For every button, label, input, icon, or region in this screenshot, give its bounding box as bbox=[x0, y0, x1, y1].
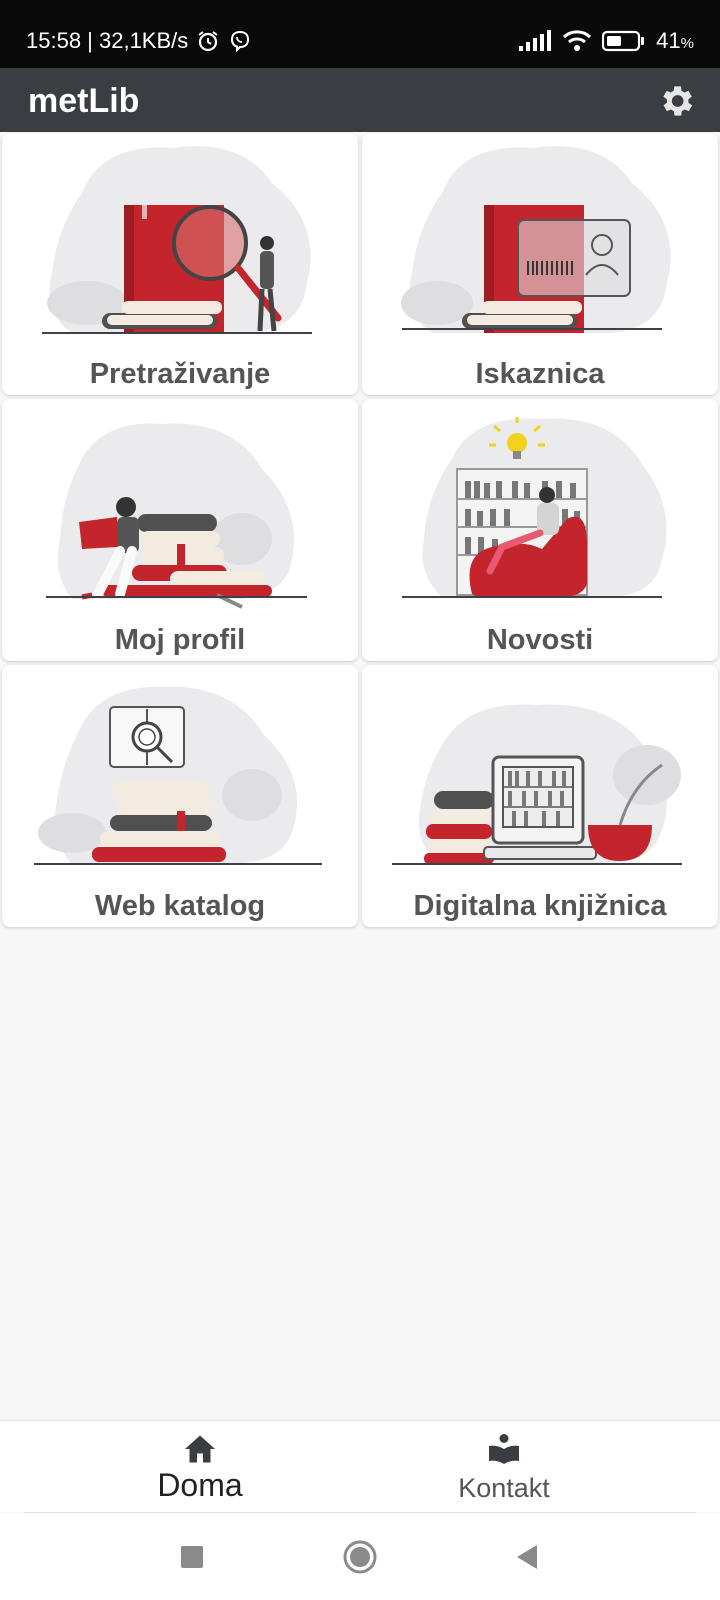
tile-web-katalog[interactable]: Web katalog bbox=[2, 665, 358, 927]
globe-book-stack-illustration bbox=[34, 686, 322, 865]
app-bar: metLib bbox=[0, 68, 720, 132]
battery-percent: 41% bbox=[656, 28, 694, 54]
tile-novosti[interactable]: Novosti bbox=[362, 399, 718, 661]
reader-icon bbox=[489, 1434, 519, 1464]
tile-label: Pretraživanje bbox=[89, 358, 271, 390]
tile-pretrazivanje[interactable]: Pretraživanje bbox=[2, 133, 358, 395]
tile-digitalna-knjiznica[interactable]: Digitalna knjižnica bbox=[362, 665, 718, 927]
recents-icon[interactable] bbox=[170, 1535, 214, 1579]
app-title: metLib bbox=[28, 82, 140, 120]
battery-unit: % bbox=[680, 35, 694, 52]
nav-label: Kontakt bbox=[458, 1473, 550, 1503]
bottom-nav: Doma Kontakt bbox=[0, 1420, 720, 1512]
tile-label: Novosti bbox=[486, 624, 594, 656]
status-right: 41% bbox=[518, 28, 694, 54]
wifi-icon bbox=[563, 30, 592, 51]
status-left: 15:58 | 32,1KB/s bbox=[26, 28, 252, 54]
home-circle-icon[interactable] bbox=[338, 1535, 382, 1579]
tile-label: Web katalog bbox=[94, 890, 266, 922]
library-card-illustration bbox=[401, 146, 671, 333]
tile-label: Digitalna knjižnica bbox=[413, 890, 667, 922]
reader-on-books-illustration bbox=[46, 423, 307, 609]
gear-icon[interactable] bbox=[656, 81, 696, 121]
tile-label: Iskaznica bbox=[475, 358, 605, 390]
tile-label: Moj profil bbox=[114, 624, 246, 656]
system-nav-bar bbox=[0, 1513, 720, 1600]
tile-moj-profil[interactable]: Moj profil bbox=[2, 399, 358, 661]
book-magnifier-illustration bbox=[42, 146, 312, 334]
alarm-icon bbox=[198, 31, 218, 52]
home-icon bbox=[185, 1435, 215, 1463]
status-time-speed: 15:58 | 32,1KB/s bbox=[26, 28, 189, 53]
battery-icon bbox=[602, 30, 645, 52]
monitor-bookshelf-illustration bbox=[392, 704, 682, 865]
status-bar: 15:58 | 32,1KB/s 41% bbox=[0, 0, 720, 68]
back-icon[interactable] bbox=[505, 1535, 549, 1579]
reader-lightbulb-illustration bbox=[402, 417, 667, 598]
signal-icon bbox=[519, 30, 552, 51]
viber-icon bbox=[231, 30, 250, 53]
tile-iskaznica[interactable]: Iskaznica bbox=[362, 133, 718, 395]
nav-kontakt[interactable]: Kontakt bbox=[324, 1421, 684, 1513]
battery-value: 41 bbox=[656, 28, 681, 53]
